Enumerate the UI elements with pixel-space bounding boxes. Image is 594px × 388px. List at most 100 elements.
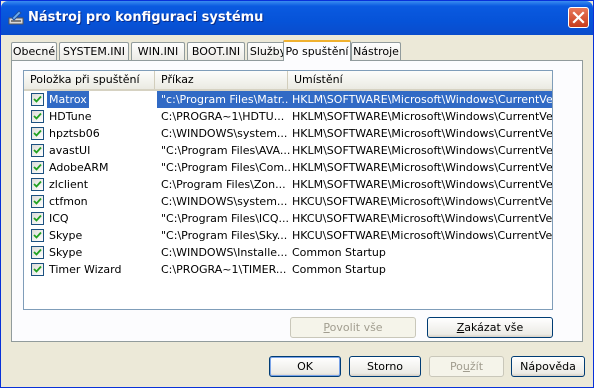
table-row[interactable]: ctfmon C:\WINDOWS\system... HKCU\SOFTWARE\…	[24, 193, 552, 210]
startup-location: HKCU\SOFTWARE\Microsoft\Windows\CurrentV…	[292, 229, 553, 242]
checkmark-icon	[33, 231, 42, 239]
checkmark-icon	[33, 265, 42, 273]
checkmark-icon	[33, 214, 42, 222]
startup-checkbox[interactable]	[31, 178, 44, 191]
startup-item-cell: ICQ	[28, 210, 154, 227]
startup-command: C:\PROGRA~1\HDTU...	[161, 110, 285, 123]
startup-item-name: ICQ	[49, 212, 69, 225]
checkmark-icon	[33, 163, 42, 171]
cancel-button[interactable]: Storno	[349, 356, 421, 377]
close-button[interactable]	[568, 7, 589, 28]
startup-item-name: Matrox	[47, 91, 89, 108]
startup-command: "c:\Program Files\Matr...	[157, 91, 292, 108]
apply-button[interactable]: Použít	[429, 356, 504, 377]
startup-item-name: avastUI	[49, 144, 91, 157]
table-row[interactable]: Matrox "c:\Program Files\Matr... HKLM\SOFT…	[24, 91, 552, 108]
column-header-location[interactable]: Umístění	[288, 71, 552, 89]
table-row[interactable]: hpztsb06 C:\WINDOWS\system... HKLM\SOFTWAR…	[24, 125, 552, 142]
startup-checkbox[interactable]	[31, 195, 44, 208]
startup-item-cell: Timer Wizard	[28, 261, 154, 278]
enable-all-button[interactable]: Povolit vše	[290, 317, 416, 338]
list-header: Položka při spuštění Příkaz Umístění	[24, 71, 552, 91]
startup-item-name: AdobeARM	[49, 161, 109, 174]
startup-location: Common Startup	[292, 246, 386, 259]
column-header-item[interactable]: Položka při spuštění	[24, 71, 155, 89]
table-row[interactable]: HDTune C:\PROGRA~1\HDTU... HKLM\SOFTWARE\M…	[24, 108, 552, 125]
tab-system-ini[interactable]: SYSTEM.INI	[59, 42, 129, 60]
startup-item-cell: avastUI	[28, 142, 154, 159]
startup-item-cell: hpztsb06	[28, 125, 154, 142]
column-header-command[interactable]: Příkaz	[155, 71, 288, 89]
tab-nastroje[interactable]: Nástroje	[351, 42, 401, 60]
disable-all-button[interactable]: Zakázat vše	[427, 317, 553, 338]
system-config-window: Nástroj pro konfiguraci systému Obecné S…	[0, 0, 594, 388]
table-row[interactable]: AdobeARM "C:\Program Files\Com... HKLM\SOF…	[24, 159, 552, 176]
tab-obecne[interactable]: Obecné	[11, 42, 57, 60]
startup-checkbox[interactable]	[31, 246, 44, 259]
startup-item-cell: zlclient	[28, 176, 154, 193]
startup-checkbox[interactable]	[31, 229, 44, 242]
startup-checkbox[interactable]	[31, 161, 44, 174]
startup-item-name: HDTune	[49, 110, 92, 123]
table-row[interactable]: avastUI "C:\Program Files\AVA... HKLM\SOFT…	[24, 142, 552, 159]
startup-location: HKLM\SOFTWARE\Microsoft\Windows\CurrentV…	[292, 110, 553, 123]
startup-location: HKLM\SOFTWARE\Microsoft\Windows\CurrentV…	[292, 161, 553, 174]
startup-location: HKCU\SOFTWARE\Microsoft\Windows\CurrentV…	[292, 212, 553, 225]
startup-checkbox[interactable]	[31, 110, 44, 123]
startup-item-cell: ctfmon	[28, 193, 154, 210]
startup-command: "C:\Program Files\ICQ...	[161, 212, 289, 225]
startup-checkbox[interactable]	[31, 263, 44, 276]
startup-location: HKLM\SOFTWARE\Microsoft\Windows\CurrentV…	[292, 178, 553, 191]
startup-checkbox[interactable]	[31, 93, 44, 106]
startup-command: C:\PROGRA~1\TIMER...	[161, 263, 287, 276]
checkmark-icon	[33, 248, 42, 256]
startup-item-cell: HDTune	[28, 108, 154, 125]
startup-command: "C:\Program Files\Sky...	[161, 229, 288, 242]
startup-command: C:\WINDOWS\system...	[161, 127, 288, 140]
startup-location: HKLM\SOFTWARE\Microsoft\Windows\CurrentV…	[292, 144, 553, 157]
window-title: Nástroj pro konfiguraci systému	[28, 10, 264, 25]
startup-item-name: Skype	[49, 246, 83, 259]
startup-location: HKLM\SOFTWARE\Microsoft\Windows\CurrentV…	[292, 127, 553, 140]
startup-location: HKCU\SOFTWARE\Microsoft\Windows\CurrentV…	[292, 195, 553, 208]
startup-item-name: zlclient	[49, 178, 89, 191]
table-row[interactable]: Skype "C:\Program Files\Sky... HKCU\SOFTWA…	[24, 227, 552, 244]
checkmark-icon	[33, 112, 42, 120]
startup-item-name: Timer Wizard	[49, 263, 122, 276]
startup-list[interactable]: Položka při spuštění Příkaz Umístění Mat…	[23, 70, 553, 310]
close-icon	[572, 11, 585, 24]
checkmark-icon	[33, 180, 42, 188]
table-row[interactable]: Timer Wizard C:\PROGRA~1\TIMER... Common S…	[24, 261, 552, 278]
help-button[interactable]: Nápověda	[511, 356, 585, 377]
startup-checkbox[interactable]	[31, 212, 44, 225]
startup-command: C:\WINDOWS\Installe...	[161, 246, 288, 259]
startup-item-cell: Matrox	[28, 91, 154, 108]
startup-command: "C:\Program Files\Com...	[161, 161, 292, 174]
startup-item-cell: AdobeARM	[28, 159, 154, 176]
startup-command: C:\WINDOWS\system...	[161, 195, 288, 208]
title-bar[interactable]: Nástroj pro konfiguraci systému	[1, 1, 593, 35]
startup-panel: Položka při spuštění Příkaz Umístění Mat…	[11, 60, 583, 342]
table-row[interactable]: zlclient C:\Program Files\Zon... HKLM\SOFT…	[24, 176, 552, 193]
checkmark-icon	[33, 95, 42, 103]
startup-location: Common Startup	[292, 263, 386, 276]
checkmark-icon	[33, 129, 42, 137]
checkmark-icon	[33, 146, 42, 154]
table-row[interactable]: ICQ "C:\Program Files\ICQ... HKCU\SOFTWARE…	[24, 210, 552, 227]
startup-location: HKLM\SOFTWARE\Microsoft\Windows\CurrentV…	[288, 91, 552, 108]
startup-item-cell: Skype	[28, 244, 154, 261]
ok-button[interactable]: OK	[269, 356, 341, 377]
tab-po-spusteni[interactable]: Po spuštění	[283, 40, 351, 61]
tab-boot-ini[interactable]: BOOT.INI	[187, 42, 245, 60]
startup-item-name: Skype	[49, 229, 83, 242]
startup-checkbox[interactable]	[31, 127, 44, 140]
table-row[interactable]: Skype C:\WINDOWS\Installe... Common Startu…	[24, 244, 552, 261]
startup-item-name: hpztsb06	[49, 127, 100, 140]
checkmark-icon	[33, 197, 42, 205]
startup-command: C:\Program Files\Zon...	[161, 178, 286, 191]
startup-item-name: ctfmon	[49, 195, 88, 208]
tab-win-ini[interactable]: WIN.INI	[131, 42, 185, 60]
msconfig-icon	[8, 10, 24, 25]
startup-command: "C:\Program Files\AVA...	[161, 144, 291, 157]
startup-checkbox[interactable]	[31, 144, 44, 157]
